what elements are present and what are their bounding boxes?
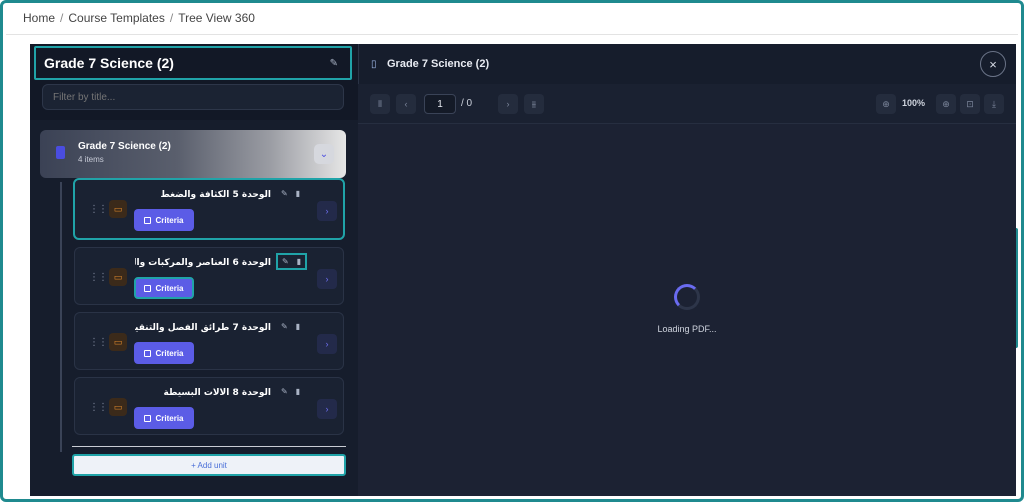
fit-page-icon[interactable]: ⊡ — [960, 94, 980, 114]
folder-icon: ▭ — [109, 333, 127, 351]
page-total: / 0 — [461, 98, 473, 109]
close-icon[interactable]: × — [980, 51, 1006, 77]
unit-actions: ✎ ▮ — [281, 387, 300, 396]
trash-icon[interactable]: ▮ — [296, 322, 300, 331]
bookmark-icon — [56, 146, 65, 159]
pdf-viewer: ▯ Grade 7 Science (2) × ⫴ ‹ 1 / 0 › ⫵ ⊕ … — [358, 44, 1016, 496]
criteria-icon — [144, 349, 152, 357]
unit-item[interactable]: ⋮⋮ ▭ الوحدة 6 العناصر والمركبات والمخالي… — [74, 247, 344, 305]
breadcrumb: Home / Course Templates / Tree View 360 — [23, 11, 255, 25]
drag-handle-icon[interactable]: ⋮⋮ — [89, 204, 108, 215]
drag-handle-icon[interactable]: ⋮⋮ — [89, 272, 108, 283]
unit-title: الوحدة 5 الكثافة والضغط — [160, 190, 271, 200]
drag-handle-icon[interactable]: ⋮⋮ — [89, 402, 108, 413]
chevron-right-icon[interactable]: › — [317, 269, 337, 289]
unit-item[interactable]: ⋮⋮ ▭ الوحدة 8 الآلات البسيطة ✎ ▮ Criteri… — [74, 377, 344, 435]
pencil-icon[interactable]: ✎ — [281, 387, 288, 396]
breadcrumb-separator: / — [60, 11, 64, 25]
add-unit-divider — [72, 446, 346, 447]
zoom-level: 100% — [902, 98, 926, 108]
course-title[interactable]: Grade 7 Science (2) ✎ — [34, 46, 352, 80]
tree-panel-header: Grade 7 Science (2) ✎ — [30, 44, 358, 120]
chevron-right-icon[interactable]: › — [498, 94, 518, 114]
pdf-toolbar: ⫴ ‹ 1 / 0 › ⫵ ⊕ 100% ⊕ ⊡ ⤓ — [358, 84, 1016, 124]
zoom-out-icon[interactable]: ⊕ — [876, 94, 896, 114]
unit-actions: ✎ ▮ — [276, 253, 308, 270]
sidebar-toggle-icon[interactable]: ⫴ — [370, 94, 390, 114]
chevron-left-icon[interactable]: ‹ — [396, 94, 416, 114]
loading-spinner — [674, 284, 700, 310]
tree-connector-line — [60, 182, 62, 452]
pencil-icon[interactable]: ✎ — [281, 322, 288, 331]
filter-input[interactable] — [42, 84, 344, 110]
trash-icon[interactable]: ▮ — [296, 387, 300, 396]
criteria-label: Criteria — [155, 413, 184, 423]
drag-handle-icon[interactable]: ⋮⋮ — [89, 337, 108, 348]
tree-view-app: Grade 7 Science (2) ✎ Grade 7 Science (2… — [30, 44, 1016, 496]
breadcrumb-separator: / — [169, 11, 174, 25]
trash-icon[interactable]: ▮ — [297, 257, 301, 266]
pencil-icon[interactable]: ✎ — [282, 257, 289, 266]
unit-actions: ✎ ▮ — [281, 322, 300, 331]
course-title-text: Grade 7 Science (2) — [44, 55, 174, 71]
chevron-right-icon[interactable]: › — [317, 399, 337, 419]
header-divider — [6, 34, 1018, 35]
breadcrumb-course-templates[interactable]: Course Templates — [68, 11, 165, 25]
criteria-icon — [144, 284, 152, 292]
unit-title: الوحدة 8 الآلات البسيطة — [163, 388, 271, 398]
breadcrumb-home[interactable]: Home — [23, 11, 55, 25]
criteria-button[interactable]: Criteria — [134, 407, 194, 429]
page-number-input[interactable]: 1 — [424, 94, 456, 114]
viewer-header: ▯ Grade 7 Science (2) × — [358, 44, 1016, 84]
folder-icon: ▭ — [109, 200, 127, 218]
folder-icon: ▭ — [109, 268, 127, 286]
criteria-icon — [144, 216, 152, 224]
criteria-label: Criteria — [155, 348, 184, 358]
criteria-button[interactable]: Criteria — [134, 277, 194, 299]
pencil-icon[interactable]: ✎ — [330, 58, 338, 69]
criteria-button[interactable]: Criteria — [134, 209, 194, 231]
last-page-icon[interactable]: ⫵ — [524, 94, 544, 114]
course-node-count: 4 items — [78, 155, 104, 164]
trash-icon[interactable]: ▮ — [296, 189, 300, 198]
unit-actions: ✎ ▮ — [281, 189, 300, 198]
course-node[interactable]: Grade 7 Science (2) 4 items ⌄ — [40, 130, 346, 178]
folder-icon: ▭ — [109, 398, 127, 416]
tree-panel: Grade 7 Science (2) ✎ Grade 7 Science (2… — [30, 44, 358, 496]
unit-item[interactable]: ⋮⋮ ▭ الوحدة 7 طرائق الفصل والتنقية ✎ ▮ C… — [74, 312, 344, 370]
criteria-button[interactable]: Criteria — [134, 342, 194, 364]
unit-title: الوحدة 7 طرائق الفصل والتنقية — [135, 323, 271, 333]
breadcrumb-current: Tree View 360 — [178, 11, 255, 25]
criteria-label: Criteria — [155, 283, 184, 293]
chevron-right-icon[interactable]: › — [317, 334, 337, 354]
download-icon[interactable]: ⤓ — [984, 94, 1004, 114]
course-node-name: Grade 7 Science (2) — [78, 141, 171, 152]
unit-item[interactable]: ⋮⋮ ▭ الوحدة 5 الكثافة والضغط ✎ ▮ Criteri… — [73, 178, 345, 240]
criteria-label: Criteria — [155, 215, 184, 225]
book-icon: ▯ — [371, 59, 377, 70]
pencil-icon[interactable]: ✎ — [281, 189, 288, 198]
criteria-icon — [144, 414, 152, 422]
chevron-right-icon[interactable]: › — [317, 201, 337, 221]
viewer-title: Grade 7 Science (2) — [387, 58, 490, 70]
loading-text: Loading PDF... — [657, 324, 717, 334]
add-unit-button[interactable]: + Add unit — [72, 454, 346, 476]
zoom-in-icon[interactable]: ⊕ — [936, 94, 956, 114]
chevron-down-icon[interactable]: ⌄ — [314, 144, 334, 164]
unit-title: الوحدة 6 العناصر والمركبات والمخاليط — [135, 258, 271, 268]
